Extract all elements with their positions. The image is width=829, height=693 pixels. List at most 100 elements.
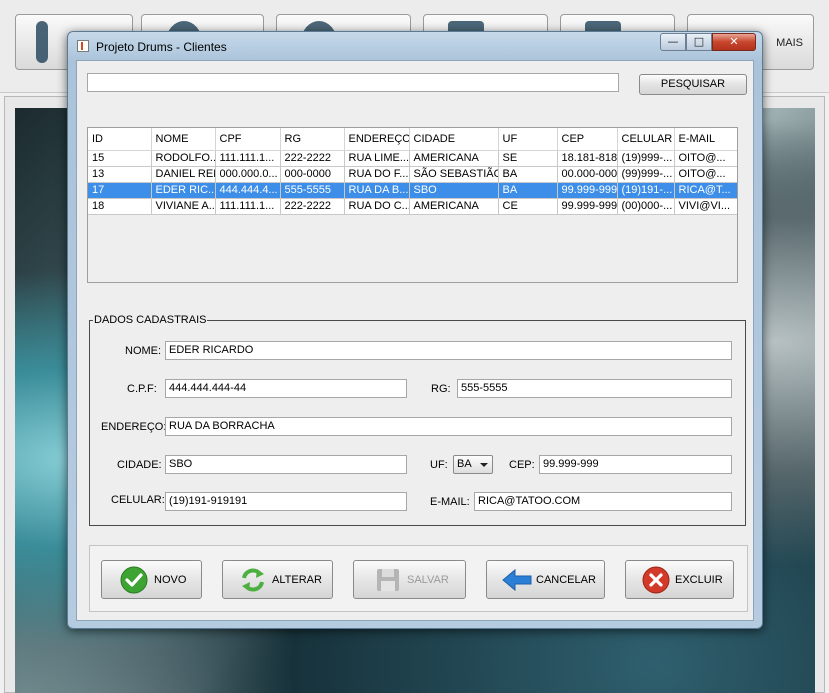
cell-endereco: RUA LIME... bbox=[344, 150, 410, 167]
cancelar-button[interactable]: CANCELAR bbox=[486, 560, 605, 599]
cell-uf: BA bbox=[498, 166, 558, 183]
java-app-icon bbox=[77, 40, 89, 52]
nome-label: NOME: bbox=[125, 345, 162, 357]
table-header: ID NOME CPF RG ENDEREÇO CIDADE UF CEP CE… bbox=[88, 128, 737, 151]
x-circle-icon bbox=[642, 566, 670, 594]
novo-label: NOVO bbox=[154, 574, 187, 586]
nome-field[interactable]: EDER RICARDO bbox=[165, 341, 732, 360]
email-field[interactable]: RICA@TATOO.COM bbox=[474, 492, 732, 511]
cell-uf: SE bbox=[498, 150, 558, 167]
cell-email: RICA@T... bbox=[674, 182, 737, 199]
rg-field[interactable]: 555-5555 bbox=[457, 379, 732, 398]
cell-cep: 99.999-999 bbox=[557, 182, 618, 199]
actions-panel: NOVO ALTERAR SALVAR CANCELAR EXCLUIR bbox=[89, 545, 748, 612]
check-icon bbox=[120, 566, 148, 594]
chevron-down-icon bbox=[480, 463, 488, 467]
cell-email: OITO@... bbox=[674, 150, 737, 167]
email-label: E-MAIL: bbox=[430, 496, 470, 508]
table-row[interactable]: 13 DANIEL REIS 000.000.0... 000-0000 RUA… bbox=[88, 166, 737, 183]
cell-cidade: SÃO SEBASTIÃO bbox=[409, 166, 499, 183]
celular-label: CELULAR: bbox=[111, 494, 165, 506]
uf-label: UF: bbox=[430, 459, 448, 471]
cep-label: CEP: bbox=[509, 459, 535, 471]
cell-email: VIVI@VI... bbox=[674, 198, 737, 215]
cell-cpf: 111.111.1... bbox=[215, 198, 281, 215]
maximize-button[interactable]: □ bbox=[686, 33, 712, 51]
cell-rg: 222-2222 bbox=[280, 198, 345, 215]
column-header-uf[interactable]: UF bbox=[498, 128, 558, 151]
cell-rg: 222-2222 bbox=[280, 150, 345, 167]
cpf-field[interactable]: 444.444.444-44 bbox=[165, 379, 407, 398]
window-content: PESQUISAR ID NOME CPF RG ENDEREÇO CIDADE… bbox=[76, 60, 754, 621]
refresh-icon bbox=[242, 568, 264, 592]
cell-endereco: RUA DA B... bbox=[344, 182, 410, 199]
clientes-window: Projeto Drums - Clientes — □ ✕ PESQUISAR… bbox=[67, 31, 763, 629]
cell-cpf: 444.444.4... bbox=[215, 182, 281, 199]
cell-nome: DANIEL REIS bbox=[151, 166, 216, 183]
drum-stick-icon bbox=[36, 21, 48, 63]
cell-celular: (19)999-... bbox=[617, 150, 675, 167]
back-arrow-icon bbox=[502, 568, 532, 592]
alterar-label: ALTERAR bbox=[272, 574, 322, 586]
window-title: Projeto Drums - Clientes bbox=[96, 40, 227, 54]
cell-id: 18 bbox=[88, 198, 152, 215]
search-input[interactable] bbox=[87, 73, 619, 92]
salvar-button[interactable]: SALVAR bbox=[353, 560, 466, 599]
salvar-label: SALVAR bbox=[407, 574, 449, 586]
cell-celular: (99)999-... bbox=[617, 166, 675, 183]
cell-email: OITO@... bbox=[674, 166, 737, 183]
excluir-button[interactable]: EXCLUIR bbox=[625, 560, 734, 599]
cell-rg: 555-5555 bbox=[280, 182, 345, 199]
novo-button[interactable]: NOVO bbox=[101, 560, 202, 599]
cell-uf: BA bbox=[498, 182, 558, 199]
cell-nome: EDER RIC... bbox=[151, 182, 216, 199]
column-header-nome[interactable]: NOME bbox=[151, 128, 216, 151]
cell-uf: CE bbox=[498, 198, 558, 215]
cell-cep: 00.000-000 bbox=[557, 166, 618, 183]
cidade-field[interactable]: SBO bbox=[165, 455, 407, 474]
cell-cidade: SBO bbox=[409, 182, 499, 199]
cidade-label: CIDADE: bbox=[117, 459, 162, 471]
endereco-field[interactable]: RUA DA BORRACHA bbox=[165, 417, 732, 436]
cell-cidade: AMERICANA bbox=[409, 150, 499, 167]
dados-cadastrais-panel: DADOS CADASTRAIS NOME: EDER RICARDO C.P.… bbox=[89, 314, 746, 526]
alterar-button[interactable]: ALTERAR bbox=[222, 560, 333, 599]
close-button[interactable]: ✕ bbox=[712, 33, 756, 51]
column-header-endereco[interactable]: ENDEREÇO bbox=[344, 128, 410, 151]
table-row[interactable]: 18 VIVIANE A... 111.111.1... 222-2222 RU… bbox=[88, 198, 737, 215]
toolbar-mais-label: MAIS bbox=[776, 37, 803, 49]
column-header-email[interactable]: E-MAIL bbox=[674, 128, 737, 151]
search-button[interactable]: PESQUISAR bbox=[639, 74, 747, 95]
title-bar[interactable]: Projeto Drums - Clientes — □ ✕ bbox=[68, 32, 762, 60]
cell-id: 17 bbox=[88, 182, 152, 199]
table-row-selected[interactable]: 17 EDER RIC... 444.444.4... 555-5555 RUA… bbox=[88, 182, 737, 199]
cep-field[interactable]: 99.999-999 bbox=[539, 455, 732, 474]
column-header-id[interactable]: ID bbox=[88, 128, 152, 151]
floppy-disk-icon bbox=[377, 569, 399, 591]
rg-label: RG: bbox=[431, 383, 451, 395]
cell-nome: RODOLFO... bbox=[151, 150, 216, 167]
cell-cep: 99.999-999 bbox=[557, 198, 618, 215]
excluir-label: EXCLUIR bbox=[675, 574, 723, 586]
uf-select[interactable]: BA bbox=[453, 455, 493, 474]
table-row[interactable]: 15 RODOLFO... 111.111.1... 222-2222 RUA … bbox=[88, 150, 737, 167]
cell-cidade: AMERICANA bbox=[409, 198, 499, 215]
cell-celular: (19)191-... bbox=[617, 182, 675, 199]
cell-celular: (00)000-... bbox=[617, 198, 675, 215]
cell-cep: 18.181-818 bbox=[557, 150, 618, 167]
caption-buttons: — □ ✕ bbox=[660, 33, 756, 51]
column-header-celular[interactable]: CELULAR bbox=[617, 128, 675, 151]
column-header-cidade[interactable]: CIDADE bbox=[409, 128, 499, 151]
minimize-button[interactable]: — bbox=[660, 33, 686, 51]
form-legend: DADOS CADASTRAIS bbox=[93, 314, 208, 326]
clients-table[interactable]: ID NOME CPF RG ENDEREÇO CIDADE UF CEP CE… bbox=[87, 127, 738, 283]
cell-cpf: 000.000.0... bbox=[215, 166, 281, 183]
column-header-rg[interactable]: RG bbox=[280, 128, 345, 151]
column-header-cpf[interactable]: CPF bbox=[215, 128, 281, 151]
celular-field[interactable]: (19)191-919191 bbox=[165, 492, 407, 511]
cancelar-label: CANCELAR bbox=[536, 574, 596, 586]
column-header-cep[interactable]: CEP bbox=[557, 128, 618, 151]
cell-id: 15 bbox=[88, 150, 152, 167]
cell-nome: VIVIANE A... bbox=[151, 198, 216, 215]
cell-endereco: RUA DO C... bbox=[344, 198, 410, 215]
